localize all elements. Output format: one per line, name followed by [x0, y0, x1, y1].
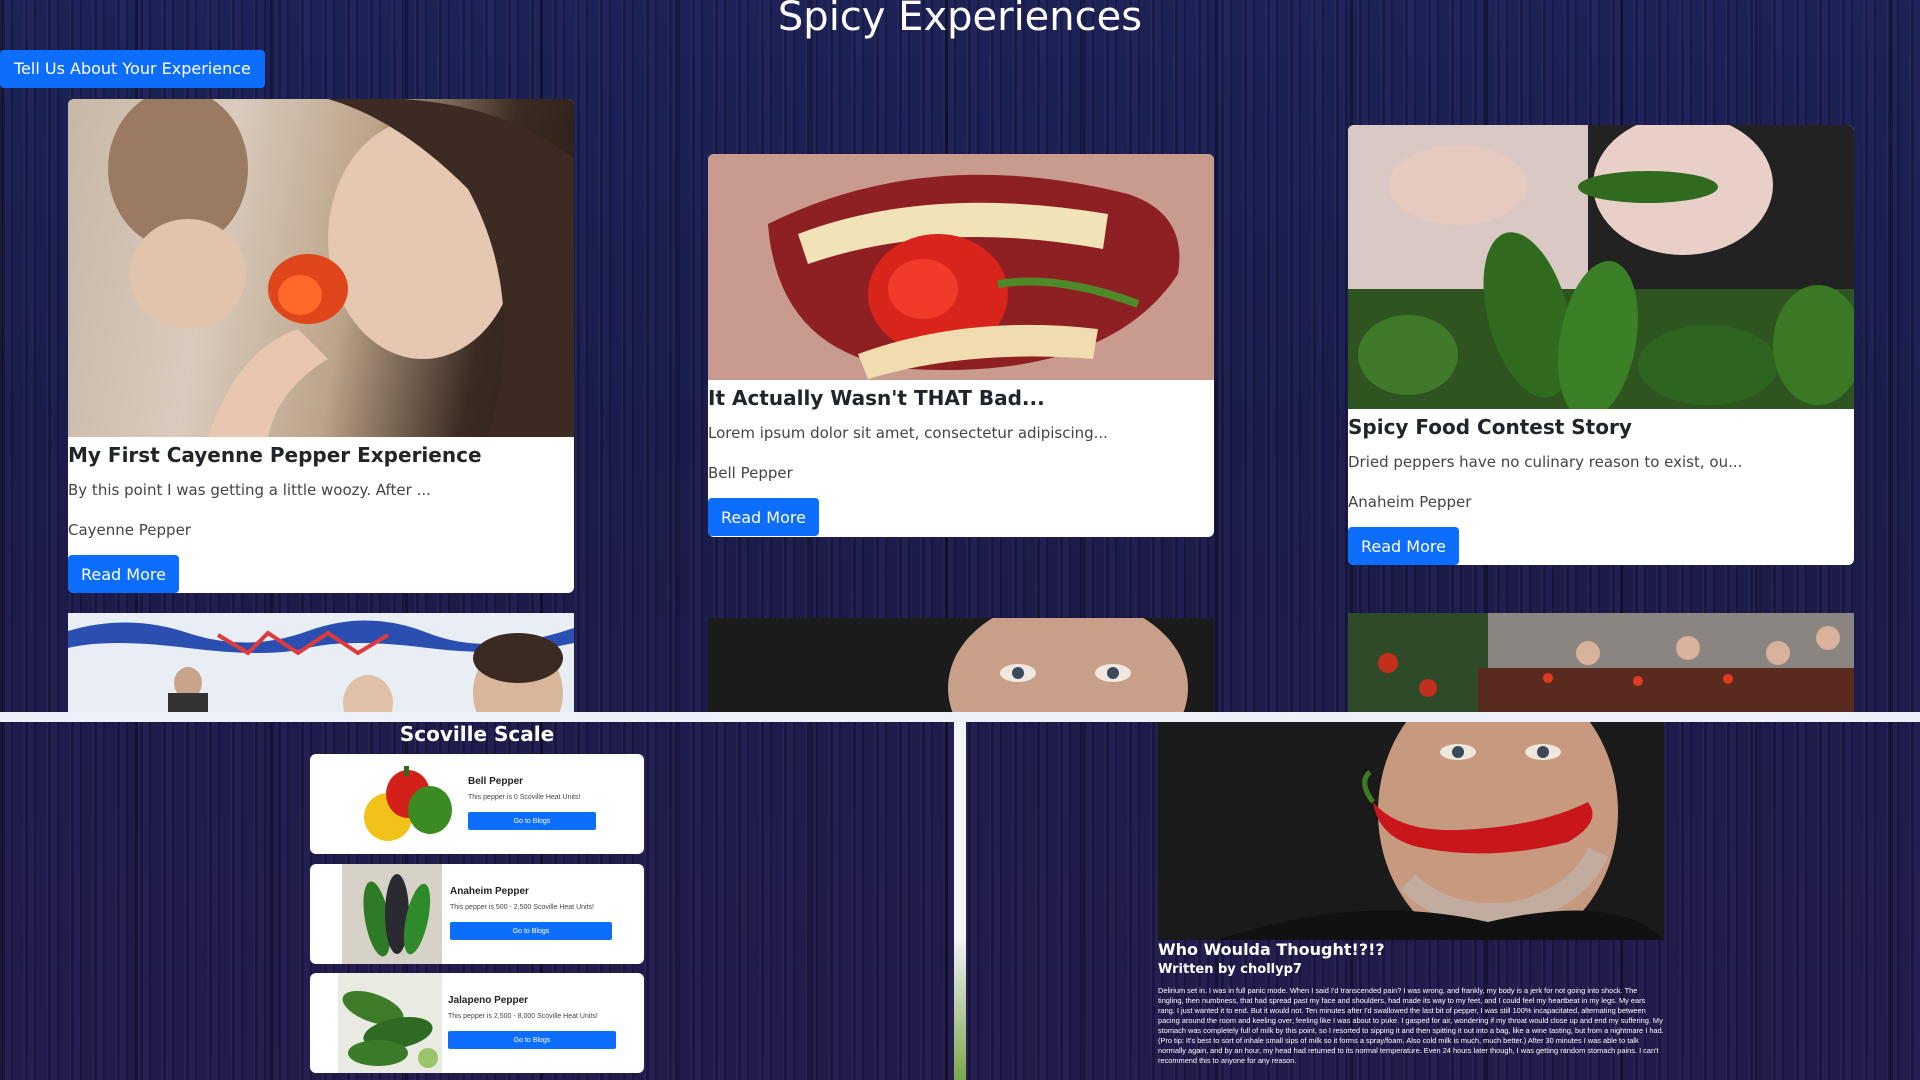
jalapeno-peppers-image: [1348, 125, 1854, 409]
card-image: [1348, 125, 1854, 409]
card-title: My First Cayenne Pepper Experience: [68, 443, 482, 467]
card-image-partial: [1348, 613, 1854, 712]
card-image: [68, 99, 574, 437]
card-pepper: Anaheim Pepper: [1348, 493, 1472, 511]
scoville-card: Bell Pepper This pepper is 0 Scoville He…: [310, 754, 644, 854]
card-excerpt: Dried peppers have no culinary reason to…: [1348, 453, 1743, 471]
read-more-button[interactable]: Read More: [708, 498, 819, 536]
go-to-blogs-button[interactable]: Go to Blogs: [448, 1031, 616, 1049]
experience-card: My First Cayenne Pepper Experience By th…: [68, 99, 574, 593]
blog-title: Who Woulda Thought!?!?: [1158, 940, 1385, 959]
man-with-chili-image: [1158, 722, 1664, 940]
card-image-partial: [68, 613, 574, 712]
mouth-biting-pepper-image: [708, 154, 1214, 380]
tell-experience-button[interactable]: Tell Us About Your Experience: [0, 50, 265, 88]
read-more-button[interactable]: Read More: [68, 555, 179, 593]
scoville-card: Jalapeno Pepper This pepper is 2,500 - 8…: [310, 973, 644, 1073]
scoville-pepper-desc: This pepper is 2,500 - 8,000 Scoville He…: [448, 1013, 598, 1020]
card-title: Spicy Food Contest Story: [1348, 415, 1632, 439]
experience-card: Spicy Food Contest Story Dried peppers h…: [1348, 125, 1854, 565]
card-title: It Actually Wasn't THAT Bad...: [708, 386, 1045, 410]
page-title: Spicy Experiences: [777, 0, 1143, 40]
pane-divider: [0, 712, 1920, 722]
card-excerpt: Lorem ipsum dolor sit amet, consectetur …: [708, 424, 1108, 442]
woman-eating-pepper-image: [108, 99, 574, 437]
bell-pepper-image: [364, 766, 452, 841]
scoville-pepper-name: Bell Pepper: [468, 776, 524, 787]
experiences-pane: Spicy Experiences Tell Us About Your Exp…: [0, 0, 1920, 712]
go-to-blogs-button[interactable]: Go to Blogs: [468, 812, 596, 830]
card-image: [708, 154, 1214, 380]
scoville-pepper-name: Anaheim Pepper: [450, 886, 529, 897]
man-face-image: [708, 618, 1214, 712]
scoville-title: Scoville Scale: [399, 722, 555, 746]
jalapeno-pepper-image: [338, 973, 442, 1073]
scoville-pepper-desc: This pepper is 500 - 2,500 Scoville Heat…: [450, 904, 594, 911]
blog-author: Written by chollyp7: [1158, 962, 1302, 977]
card-pepper: Bell Pepper: [708, 464, 793, 482]
anaheim-pepper-image: [342, 864, 442, 964]
go-to-blogs-button[interactable]: Go to Blogs: [450, 922, 612, 940]
blog-body: Delirium set in. I was in full panic mod…: [1158, 986, 1664, 1065]
card-image-partial: [708, 618, 1214, 712]
read-more-button[interactable]: Read More: [1348, 527, 1459, 565]
blog-pane: Who Woulda Thought!?!? Written by cholly…: [966, 722, 1920, 1080]
pane-divider: [954, 722, 966, 1080]
scoville-pane: Scoville Scale Bell Pepper This pepper i…: [0, 722, 954, 1080]
scoville-card: Anaheim Pepper This pepper is 500 - 2,50…: [310, 864, 644, 964]
hot-pot-bath-image: [1348, 613, 1854, 712]
blog-image: [1158, 722, 1664, 940]
card-pepper: Cayenne Pepper: [68, 521, 191, 539]
card-excerpt: By this point I was getting a little woo…: [68, 481, 431, 499]
scoville-pepper-desc: This pepper is 0 Scoville Heat Units!: [468, 794, 581, 801]
scoville-pepper-name: Jalapeno Pepper: [448, 995, 529, 1006]
experience-card: It Actually Wasn't THAT Bad... Lorem ips…: [708, 154, 1214, 537]
contest-crowd-image: [68, 613, 574, 712]
